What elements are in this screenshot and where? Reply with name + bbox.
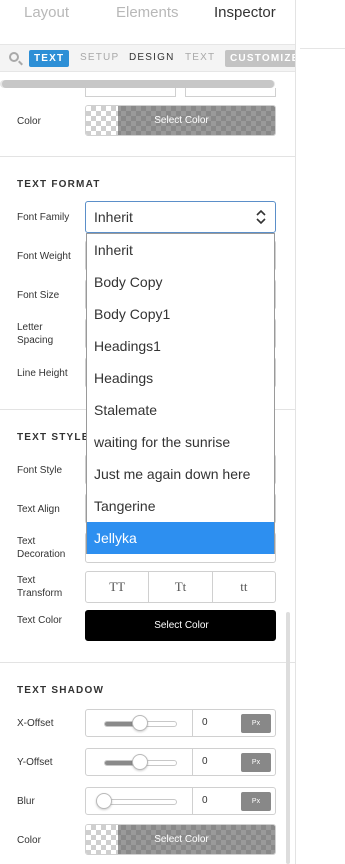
color-picker-button[interactable]: Select Color <box>85 105 276 136</box>
y-offset-control: 0 Px <box>85 748 276 776</box>
y-offset-unit[interactable]: Px <box>241 753 271 772</box>
text-color-button[interactable]: Select Color <box>85 610 276 641</box>
text-color-button-label: Select Color <box>154 620 209 631</box>
subtab-bar: TEXT SETUP DESIGN TEXT CUSTOMIZE <box>0 44 295 72</box>
font-option[interactable]: Headings <box>87 362 274 394</box>
font-option[interactable]: waiting for the sunrise <box>87 426 274 458</box>
blur-value[interactable]: 0 <box>202 795 208 806</box>
font-size-label: Font Size <box>17 290 60 301</box>
divider <box>0 156 295 157</box>
color-picker-label: Select Color <box>154 115 209 126</box>
select-caret-icon <box>256 210 266 224</box>
x-offset-unit[interactable]: Px <box>241 714 271 733</box>
divider <box>0 662 295 663</box>
font-family-label: Font Family <box>17 212 70 223</box>
text-align-label: Text Align <box>17 504 60 515</box>
horizontal-scrollbar[interactable] <box>0 80 275 88</box>
partial-field <box>185 88 276 97</box>
search-icon[interactable] <box>9 52 19 62</box>
font-option[interactable]: Body Copy1 <box>87 298 274 330</box>
inspector-panel: Layout Elements Inspector TEXT SETUP DES… <box>0 0 296 864</box>
font-option[interactable]: Just me again down here <box>87 458 274 490</box>
font-family-value: Inherit <box>94 209 133 225</box>
x-offset-control: 0 Px <box>85 709 276 737</box>
subtab-design[interactable]: DESIGN <box>129 52 175 63</box>
blur-control: 0 Px <box>85 787 276 815</box>
blur-slider[interactable] <box>104 799 177 805</box>
font-family-select[interactable]: Inherit <box>85 201 276 233</box>
letter-spacing-label: Letter Spacing <box>17 322 54 346</box>
color-label: Color <box>17 116 41 127</box>
shadow-color-button[interactable]: Select Color <box>85 824 276 855</box>
canvas-edge <box>300 48 345 49</box>
font-option[interactable]: Stalemate <box>87 394 274 426</box>
font-family-dropdown: Inherit Body Copy Body Copy1 Headings1 Headi… <box>86 233 275 554</box>
tab-layout[interactable]: Layout <box>24 4 69 21</box>
text-decoration-label: Text Decoration <box>17 536 66 560</box>
x-offset-label: X-Offset <box>17 718 54 729</box>
subtab-text-active[interactable]: TEXT <box>29 50 70 67</box>
subtab-customize[interactable]: CUSTOMIZE <box>225 50 295 67</box>
font-option[interactable]: Jellyka <box>87 522 274 554</box>
font-style-label: Font Style <box>17 465 63 476</box>
y-offset-value[interactable]: 0 <box>202 756 208 767</box>
tab-elements[interactable]: Elements <box>116 4 179 21</box>
text-format-title: TEXT FORMAT <box>17 179 101 190</box>
text-transform-label: Text Transform <box>17 575 63 599</box>
top-tabs: Layout Elements Inspector <box>0 0 295 34</box>
font-option[interactable]: Headings1 <box>87 330 274 362</box>
text-style-title: TEXT STYLE <box>17 432 90 443</box>
font-weight-label: Font Weight <box>17 251 71 262</box>
font-option[interactable]: Body Copy <box>87 266 274 298</box>
subtab-setup[interactable]: SETUP <box>80 52 119 63</box>
tab-inspector[interactable]: Inspector <box>214 4 276 21</box>
shadow-color-label: Color <box>17 835 41 846</box>
text-transform-buttons: TT Tt tt <box>85 571 276 603</box>
vertical-scrollbar[interactable] <box>286 612 290 864</box>
subtab-text[interactable]: TEXT <box>185 52 215 63</box>
partial-field <box>85 88 176 97</box>
scrollbar-thumb[interactable] <box>2 80 274 88</box>
x-offset-value[interactable]: 0 <box>202 717 208 728</box>
x-offset-slider-handle[interactable] <box>131 715 148 731</box>
shadow-color-button-label: Select Color <box>154 834 209 845</box>
font-option[interactable]: Tangerine <box>87 490 274 522</box>
text-shadow-title: TEXT SHADOW <box>17 685 105 696</box>
blur-unit[interactable]: Px <box>241 792 271 811</box>
blur-label: Blur <box>17 796 35 807</box>
y-offset-slider-handle[interactable] <box>131 754 148 770</box>
blur-slider-handle[interactable] <box>96 793 112 809</box>
transform-uppercase-button[interactable]: TT <box>86 572 150 602</box>
transform-capitalize-button[interactable]: Tt <box>149 572 213 602</box>
text-color-label: Text Color <box>17 615 63 626</box>
font-option[interactable]: Inherit <box>87 234 274 266</box>
y-offset-label: Y-Offset <box>17 757 53 768</box>
transform-lowercase-button[interactable]: tt <box>213 572 275 602</box>
line-height-label: Line Height <box>17 368 68 379</box>
